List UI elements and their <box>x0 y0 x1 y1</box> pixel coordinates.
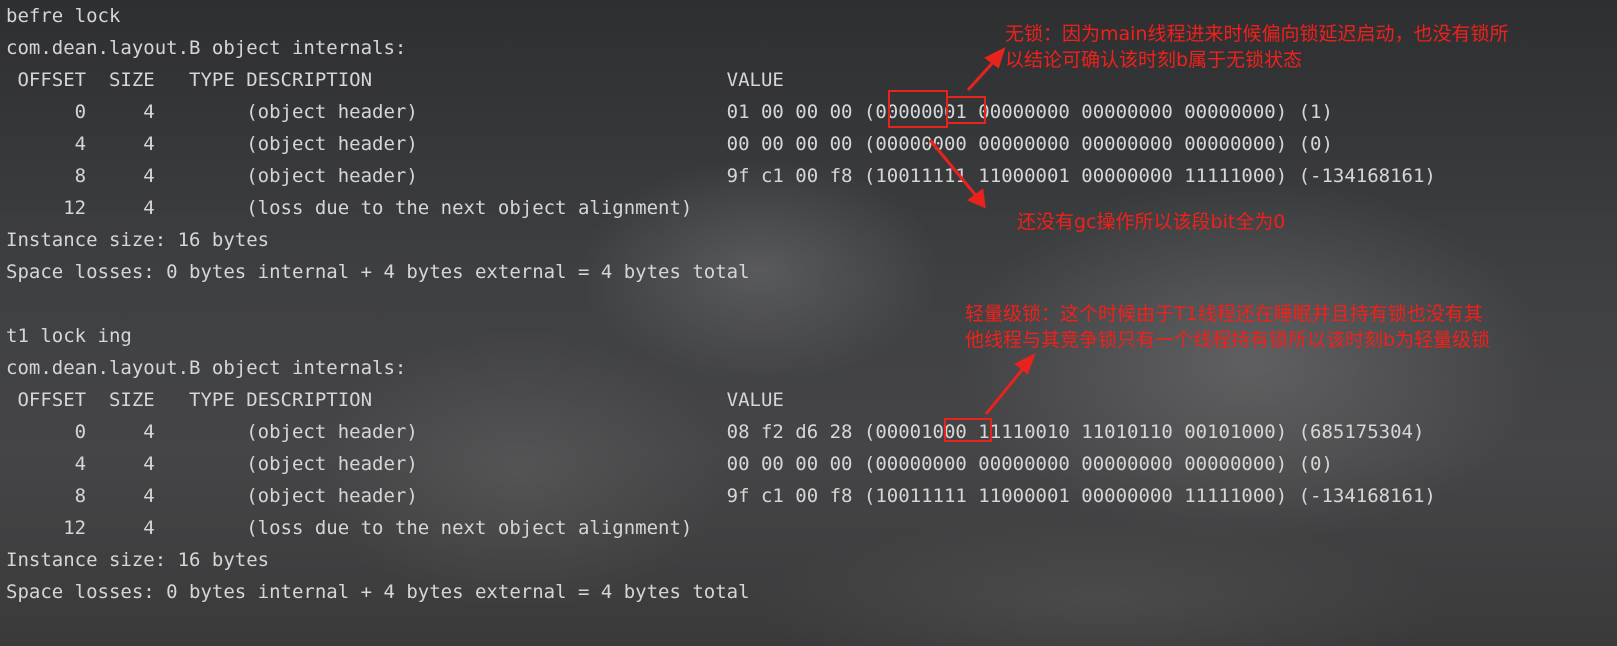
lock-free-note: 无锁：因为main线程进来时候偏向锁延迟启动，也没有锁所 以结论可确认该时刻b属… <box>1005 21 1508 73</box>
table-row: 4 4 (object header) 00 00 00 00 (0000000… <box>6 453 1333 475</box>
table-row: 0 4 (object header) 08 f2 d6 28 (0000100… <box>6 421 1425 443</box>
lightweight-lock-note-line: 轻量级锁：这个时候由于T1线程还在睡眠并且持有锁也没有其 <box>965 303 1483 325</box>
table-row: 8 4 (object header) 9f c1 00 f8 (1001111… <box>6 165 1436 187</box>
lock-free-note-line: 无锁：因为main线程进来时候偏向锁延迟启动，也没有锁所 <box>1005 23 1509 45</box>
lightweight-lock-note: 轻量级锁：这个时候由于T1线程还在睡眠并且持有锁也没有其 他线程与其竞争锁只有一… <box>965 301 1490 353</box>
gc-note: 还没有gc操作所以该段bit全为0 <box>1017 209 1285 235</box>
lock-free-note-line: 以结论可确认该时刻b属于无锁状态 <box>1005 49 1303 71</box>
table-row: 4 4 (object header) 00 00 00 00 (0000000… <box>6 133 1333 155</box>
console-line: Instance size: 16 bytes <box>6 549 270 571</box>
table-row: 12 4 (loss due to the next object alignm… <box>6 517 693 539</box>
table-header-line: OFFSET SIZE TYPE DESCRIPTION VALUE <box>6 389 784 411</box>
highlight-box-lightweight-lock-bits <box>944 418 992 442</box>
console-line: com.dean.layout.B object internals: <box>6 357 407 379</box>
gc-note-line: 还没有gc操作所以该段bit全为0 <box>1017 211 1286 233</box>
highlight-box-unused-bits <box>888 90 948 128</box>
highlight-box-lock-bits <box>946 96 986 124</box>
lightweight-lock-note-line: 他线程与其竞争锁只有一个线程持有锁所以该时刻b为轻量级锁 <box>965 329 1491 351</box>
console-line: Space losses: 0 bytes internal + 4 bytes… <box>6 261 750 283</box>
table-row: 8 4 (object header) 9f c1 00 f8 (1001111… <box>6 485 1436 507</box>
table-row: 0 4 (object header) 01 00 00 00 (0000000… <box>6 101 1333 123</box>
console-line: Space losses: 0 bytes internal + 4 bytes… <box>6 581 750 603</box>
